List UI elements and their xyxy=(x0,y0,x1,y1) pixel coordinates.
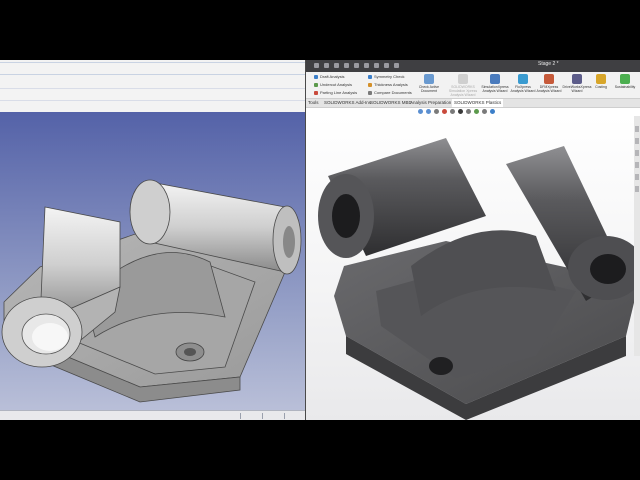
floxpress-button[interactable]: FloXpress Analysis Wizard xyxy=(510,74,536,93)
zoom-fit-icon[interactable] xyxy=(418,109,423,114)
select-icon[interactable] xyxy=(374,63,379,68)
thickness-analysis-icon xyxy=(368,82,372,87)
view-orientation-icon[interactable] xyxy=(450,109,455,114)
simulation-icon xyxy=(458,74,468,84)
check-document-icon xyxy=(424,74,434,84)
design-library-icon[interactable] xyxy=(635,138,639,144)
floxpress-icon xyxy=(518,74,528,84)
check-document-button[interactable]: Check Active Document xyxy=(414,74,444,93)
view-settings-icon[interactable] xyxy=(490,109,495,114)
edit-appearance-icon[interactable] xyxy=(474,109,479,114)
options-icon[interactable] xyxy=(394,63,399,68)
letterbox-top xyxy=(0,0,640,60)
dfmxpress-button[interactable]: DFMXpress Analysis Wizard xyxy=(536,74,562,93)
right-cad-window: Stage 2 * Draft Analysis Undercut Analys… xyxy=(306,60,640,420)
scene-icon[interactable] xyxy=(482,109,487,114)
right-3d-viewport[interactable] xyxy=(306,116,640,420)
simulation-button[interactable]: SOLIDWORKS Simulation Xpress Analysis Wi… xyxy=(446,74,480,97)
left-cad-window xyxy=(0,60,306,420)
undercut-analysis-icon xyxy=(314,82,318,87)
undercut-analysis-button[interactable]: Undercut Analysis xyxy=(314,82,352,87)
symmetry-check-icon xyxy=(368,74,372,79)
dfmxpress-icon xyxy=(544,74,554,84)
left-part-model xyxy=(1,179,302,403)
parting-line-icon xyxy=(314,90,318,95)
new-icon[interactable] xyxy=(314,63,319,68)
heads-up-toolbar xyxy=(306,106,640,116)
display-style-icon[interactable] xyxy=(458,109,463,114)
draft-analysis-icon xyxy=(314,74,318,79)
rebuild-icon[interactable] xyxy=(384,63,389,68)
view-palette-icon[interactable] xyxy=(635,162,639,168)
left-status-bar xyxy=(0,410,306,420)
task-pane-tabs xyxy=(634,116,640,356)
simulationxpress-button[interactable]: SimulationXpress Analysis Wizard xyxy=(480,74,510,93)
file-explorer-icon[interactable] xyxy=(635,150,639,156)
open-icon[interactable] xyxy=(324,63,329,68)
compare-documents-icon xyxy=(368,90,372,95)
thickness-analysis-button[interactable]: Thickness Analysis xyxy=(368,82,408,87)
print-icon[interactable] xyxy=(344,63,349,68)
hide-show-icon[interactable] xyxy=(466,109,471,114)
simulationxpress-icon xyxy=(490,74,500,84)
title-bar: Stage 2 * xyxy=(306,60,640,72)
parting-line-button[interactable]: Parting Line Analysis xyxy=(314,90,357,95)
section-view-icon[interactable] xyxy=(442,109,447,114)
draft-analysis-button[interactable]: Draft Analysis xyxy=(314,74,344,79)
symmetry-check-button[interactable]: Symmetry Check xyxy=(368,74,404,79)
zoom-area-icon[interactable] xyxy=(426,109,431,114)
driveworks-button[interactable]: DriveWorksXpress Wizard xyxy=(562,74,592,93)
costing-button[interactable]: Costing xyxy=(592,74,610,89)
previous-view-icon[interactable] xyxy=(434,109,439,114)
left-3d-viewport[interactable] xyxy=(0,112,306,410)
sustainability-button[interactable]: Sustainability xyxy=(610,74,640,89)
costing-icon xyxy=(596,74,606,84)
compare-documents-button[interactable]: Compare Documents xyxy=(368,90,412,95)
window-title: Stage 2 * xyxy=(538,61,559,67)
right-part-model xyxy=(318,138,640,420)
redo-icon[interactable] xyxy=(364,63,369,68)
ribbon: Draft Analysis Undercut Analysis Parting… xyxy=(306,72,640,98)
letterbox-bottom xyxy=(0,420,640,480)
custom-properties-icon[interactable] xyxy=(635,186,639,192)
driveworks-icon xyxy=(572,74,582,84)
undo-icon[interactable] xyxy=(354,63,359,68)
save-icon[interactable] xyxy=(334,63,339,68)
sustainability-icon xyxy=(620,74,630,84)
resources-icon[interactable] xyxy=(635,126,639,132)
appearances-icon[interactable] xyxy=(635,174,639,180)
